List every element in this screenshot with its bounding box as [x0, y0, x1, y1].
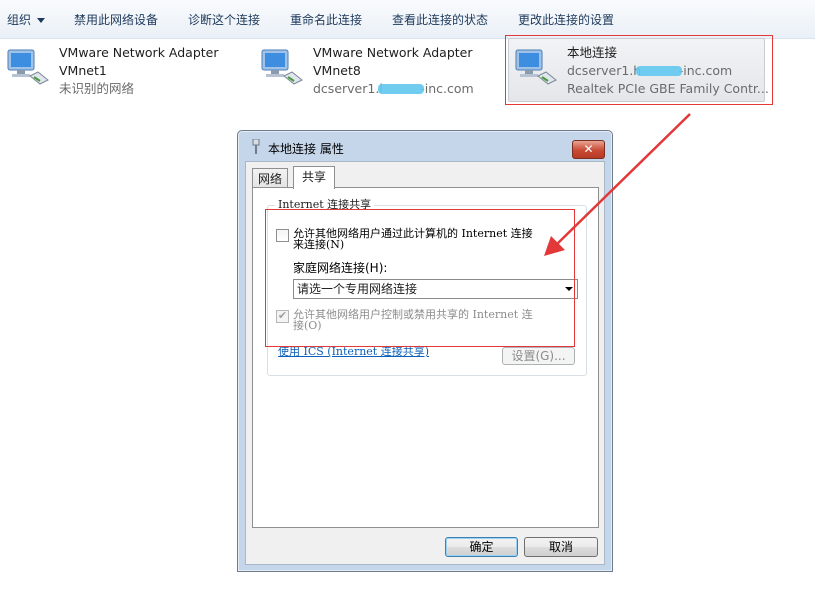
settings-button[interactable]: 设置(G)... [502, 347, 575, 365]
ok-button[interactable]: 确定 [445, 537, 518, 557]
dialog-titlebar[interactable]: 本地连接 属性 ✕ [238, 131, 612, 161]
network-adapter-icon [261, 49, 303, 85]
adapter-vmnet8[interactable]: VMware Network Adapter VMnet8 dcserver1.… [260, 44, 490, 100]
adapter-name: VMware Network Adapter [59, 45, 219, 60]
close-icon: ✕ [583, 142, 594, 156]
view-status-button[interactable]: 查看此连接的状态 [392, 11, 488, 29]
annotation-highlight-options [265, 209, 575, 347]
dialog-title: 本地连接 属性 [268, 142, 344, 156]
annotation-highlight-adapter [505, 35, 773, 105]
tab-network[interactable]: 网络 [252, 168, 289, 189]
adapter-device: VMnet1 [59, 63, 107, 78]
command-bar: 组织 禁用此网络设备 诊断这个连接 重命名此连接 查看此连接的状态 更改此连接的… [0, 0, 815, 39]
network-cable-icon [252, 139, 260, 154]
diagnose-button[interactable]: 诊断这个连接 [188, 11, 260, 29]
network-adapter-icon [7, 49, 49, 85]
change-settings-button[interactable]: 更改此连接的设置 [518, 11, 614, 29]
disable-device-button[interactable]: 禁用此网络设备 [74, 11, 158, 29]
adapter-status: 未识别的网络 [59, 81, 135, 96]
adapter-name: VMware Network Adapter [313, 45, 473, 60]
organize-label: 组织 [7, 13, 32, 27]
chevron-down-icon [37, 18, 46, 23]
close-button[interactable]: ✕ [572, 140, 605, 159]
organize-menu[interactable]: 组织 [7, 11, 46, 29]
adapter-vmnet1[interactable]: VMware Network Adapter VMnet1 未识别的网络 [6, 44, 236, 100]
tab-sharing[interactable]: 共享 [293, 166, 336, 189]
cancel-button[interactable]: 取消 [524, 537, 598, 557]
network-connections-window: 组织 禁用此网络设备 诊断这个连接 重命名此连接 查看此连接的状态 更改此连接的… [0, 0, 815, 607]
rename-button[interactable]: 重命名此连接 [290, 11, 362, 29]
adapter-device: VMnet8 [313, 63, 361, 78]
properties-dialog: 本地连接 属性 ✕ 网络 共享 Internet 连接共享 允许其他网络用户通过… [237, 130, 613, 572]
redaction-mark [378, 84, 424, 94]
